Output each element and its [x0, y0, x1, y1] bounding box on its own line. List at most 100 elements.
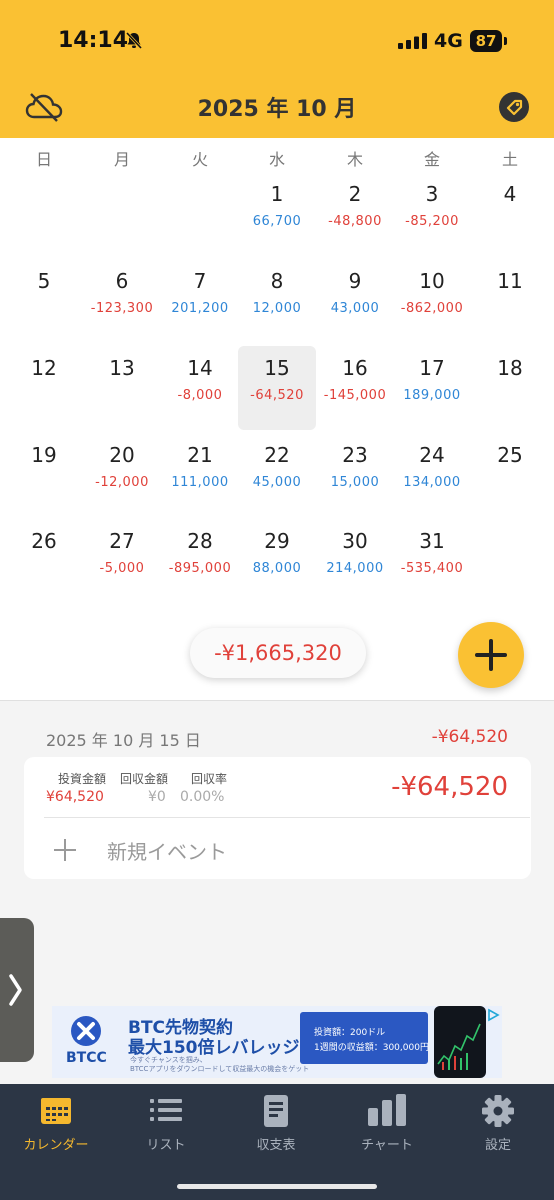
- calendar-day-11[interactable]: 11: [471, 259, 549, 343]
- weekday-mon: 月: [113, 150, 130, 169]
- day-amount: 43,000: [330, 301, 380, 316]
- tab-balance-sheet[interactable]: 収支表: [221, 1084, 331, 1164]
- calendar-day-26[interactable]: 26: [5, 519, 83, 603]
- calendar-day-23[interactable]: 23 15,000: [316, 433, 394, 517]
- calendar-day-29[interactable]: 29 88,000: [238, 519, 316, 603]
- weekday-fri: 金: [423, 150, 440, 169]
- tab-balance-sheet-label: 収支表: [256, 1138, 296, 1153]
- calendar-day-4[interactable]: 4: [471, 172, 549, 256]
- calendar-day-2[interactable]: 2 -48,800: [316, 172, 394, 256]
- day-number: 4: [503, 182, 517, 206]
- event-amount: -¥64,520: [391, 772, 508, 802]
- calendar-day-21[interactable]: 21 111,000: [161, 433, 239, 517]
- day-number: 24: [419, 443, 445, 467]
- day-number: 5: [37, 269, 51, 293]
- ad-profit-line: 1週間の収益額：300,000円: [314, 1043, 429, 1053]
- tab-chart[interactable]: チャート: [332, 1084, 442, 1164]
- weekday-sat: 土: [501, 150, 518, 169]
- bell-muted-icon: [125, 31, 143, 50]
- day-number: 6: [115, 269, 129, 293]
- network-type: 4G: [434, 30, 463, 52]
- calendar-day-3[interactable]: 3 -85,200: [393, 172, 471, 256]
- calendar-day-25[interactable]: 25: [471, 433, 549, 517]
- day-number: 11: [497, 269, 523, 293]
- battery-tip: [504, 37, 507, 45]
- calendar-day-10[interactable]: 10 -862,000: [393, 259, 471, 343]
- new-event-button[interactable]: 新規イベント: [107, 836, 227, 865]
- home-indicator: [177, 1184, 377, 1189]
- calendar-day-22[interactable]: 22 45,000: [238, 433, 316, 517]
- list-icon: [150, 1099, 182, 1121]
- ad-info-box: [300, 1012, 428, 1064]
- day-amount: -895,000: [168, 561, 232, 576]
- day-number: 17: [419, 356, 445, 380]
- selected-date-total: -¥64,520: [431, 727, 508, 747]
- ad-banner[interactable]: BTCC BTC先物契約 最大150倍レバレッジ 今すぐチャンスを掴み、 BTC…: [52, 1006, 502, 1078]
- ad-chart-graphic: [437, 1023, 481, 1070]
- day-number: 9: [348, 269, 362, 293]
- tab-settings[interactable]: 設定: [443, 1084, 553, 1164]
- tab-calendar-label: カレンダー: [23, 1138, 89, 1153]
- gear-icon: [482, 1095, 514, 1127]
- ad-invest-line: 投資額：200ドル: [314, 1028, 386, 1038]
- day-number: 1: [270, 182, 284, 206]
- calendar-day-7[interactable]: 7 201,200: [161, 259, 239, 343]
- day-number: 20: [109, 443, 135, 467]
- calendar-day-17[interactable]: 17 189,000: [393, 346, 471, 430]
- day-number: 10: [419, 269, 445, 293]
- return-value: ¥0: [148, 789, 166, 805]
- calendar-day-14[interactable]: 14 -8,000: [161, 346, 239, 430]
- calendar-day-8[interactable]: 8 12,000: [238, 259, 316, 343]
- chevron-right-icon: [9, 974, 22, 1006]
- day-amount: 15,000: [330, 475, 380, 490]
- calendar-day-1[interactable]: 1 66,700: [238, 172, 316, 256]
- calendar-day-27[interactable]: 27 -5,000: [83, 519, 161, 603]
- day-number: 23: [342, 443, 368, 467]
- calendar-day-30[interactable]: 30 214,000: [316, 519, 394, 603]
- monthly-total[interactable]: -¥1,665,320: [190, 628, 366, 678]
- ad-play-icon[interactable]: [486, 1008, 500, 1022]
- card-divider: [44, 817, 530, 818]
- calendar-day-19[interactable]: 19: [5, 433, 83, 517]
- calendar-icon: [41, 1098, 71, 1124]
- ad-phone-image: [434, 1006, 486, 1078]
- weekday-tue: 火: [191, 150, 208, 169]
- calendar-day-6[interactable]: 6 -123,300: [83, 259, 161, 343]
- calendar-day-9[interactable]: 9 43,000: [316, 259, 394, 343]
- day-amount: -8,000: [177, 388, 223, 403]
- calendar-day-13[interactable]: 13: [83, 346, 161, 430]
- weekday-wed: 水: [268, 150, 285, 169]
- day-number: 13: [109, 356, 135, 380]
- day-number: 18: [497, 356, 523, 380]
- tab-settings-label: 設定: [484, 1138, 511, 1153]
- day-number: 16: [342, 356, 368, 380]
- month-title[interactable]: 2025 年 10 月: [0, 91, 554, 123]
- plus-icon[interactable]: [53, 838, 77, 862]
- side-drawer-handle[interactable]: [0, 918, 34, 1062]
- calendar-day-5[interactable]: 5: [5, 259, 83, 343]
- day-amount: 45,000: [252, 475, 302, 490]
- status-time: 14:14: [58, 28, 129, 53]
- calendar-day-16[interactable]: 16 -145,000: [316, 346, 394, 430]
- btcc-logo-icon: [71, 1016, 101, 1046]
- tab-list[interactable]: リスト: [111, 1084, 221, 1164]
- calendar-day-12[interactable]: 12: [5, 346, 83, 430]
- add-button[interactable]: [458, 622, 524, 688]
- day-number: 8: [270, 269, 284, 293]
- tag-icon[interactable]: [498, 91, 530, 123]
- tab-calendar[interactable]: カレンダー: [1, 1084, 111, 1164]
- calendar-day-18[interactable]: 18: [471, 346, 549, 430]
- selected-date: 2025 年 10 月 15 日: [46, 731, 201, 750]
- day-amount: 134,000: [403, 475, 461, 490]
- return-rate-value: 0.00%: [180, 789, 225, 805]
- ad-logo-text: BTCC: [66, 1050, 107, 1066]
- day-amount: -145,000: [323, 388, 387, 403]
- calendar-day-28[interactable]: 28 -895,000: [161, 519, 239, 603]
- calendar-day-24[interactable]: 24 134,000: [393, 433, 471, 517]
- day-number: 25: [497, 443, 523, 467]
- calendar-day-31[interactable]: 31 -535,400: [393, 519, 471, 603]
- signal-icon: [398, 33, 427, 49]
- day-amount: -5,000: [99, 561, 145, 576]
- calendar-day-15[interactable]: 15 -64,520: [238, 346, 316, 430]
- calendar-day-20[interactable]: 20 -12,000: [83, 433, 161, 517]
